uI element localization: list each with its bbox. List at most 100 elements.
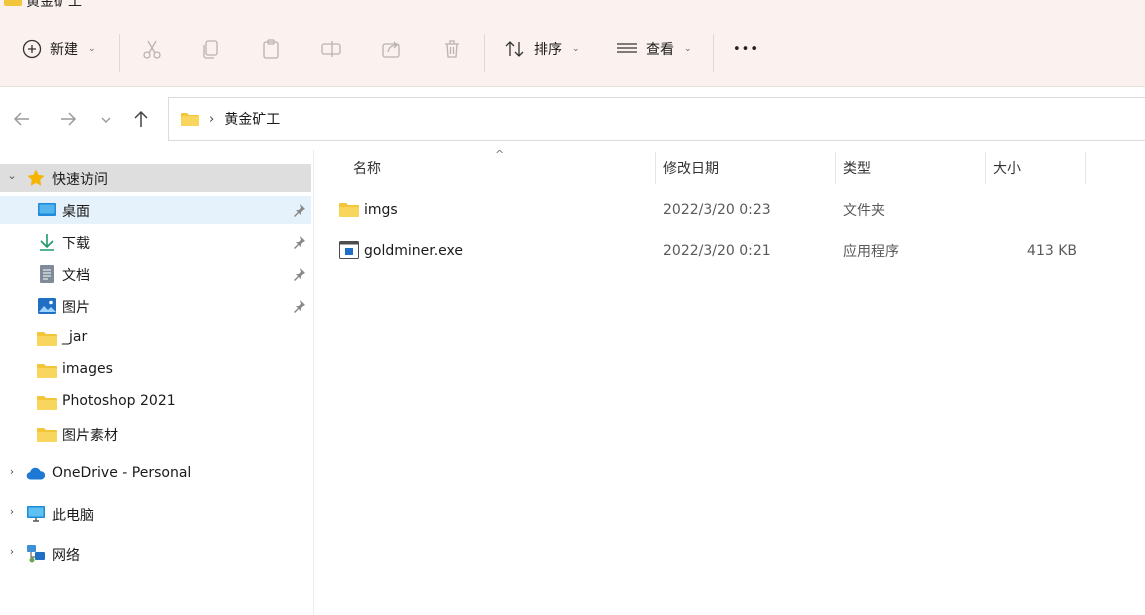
sort-button-label: 排序 <box>534 42 562 58</box>
document-icon <box>40 265 54 283</box>
folder-icon <box>339 203 359 217</box>
breadcrumb-chevron-icon[interactable]: › <box>209 112 214 127</box>
download-icon <box>40 234 54 251</box>
expand-chevron-icon[interactable]: › <box>6 465 18 478</box>
expand-chevron-icon[interactable]: ⌄ <box>6 169 18 182</box>
sidebar-item-label: 此电脑 <box>52 508 94 524</box>
file-modified: 2022/3/20 0:23 <box>663 202 771 218</box>
column-divider[interactable] <box>985 152 986 184</box>
file-size <box>985 194 1077 226</box>
more-options-button[interactable]: ••• <box>733 34 759 64</box>
sidebar-item-label: OneDrive - Personal <box>52 465 192 481</box>
folder-icon <box>37 332 57 346</box>
plus-circle-icon <box>22 39 42 59</box>
paste-icon[interactable] <box>260 38 282 60</box>
file-type: 文件夹 <box>843 203 885 219</box>
sidebar-item-pictures[interactable]: 图片 <box>0 292 311 320</box>
column-divider[interactable] <box>1085 152 1086 184</box>
sidebar-item-jar[interactable]: _jar <box>0 324 311 352</box>
sidebar-item-images[interactable]: images <box>0 356 311 384</box>
sidebar-item-photoshop-2021[interactable]: Photoshop 2021 <box>0 388 311 416</box>
pin-icon[interactable] <box>292 267 306 281</box>
toolbar-divider <box>484 34 485 72</box>
recent-locations-chevron-icon[interactable] <box>95 108 117 130</box>
breadcrumb-segment[interactable]: 黄金矿工 <box>224 109 280 129</box>
up-arrow-icon[interactable] <box>130 108 152 130</box>
column-divider[interactable] <box>655 152 656 184</box>
column-header-name[interactable]: 名称 <box>353 150 381 186</box>
sidebar-item-desktop[interactable]: 桌面 <box>0 196 311 224</box>
file-row-goldminer[interactable]: goldminer.exe 2022/3/20 0:21 应用程序 413 KB <box>325 235 1095 267</box>
sidebar-item-label: 网络 <box>52 548 80 564</box>
folder-icon <box>181 113 199 126</box>
file-name: imgs <box>364 202 398 218</box>
sort-button[interactable]: 排序 ⌄ <box>504 34 580 64</box>
sidebar-item-documents[interactable]: 文档 <box>0 260 311 288</box>
onedrive-cloud-icon <box>26 467 46 480</box>
file-list: ^ 名称 修改日期 类型 大小 imgs 2022/3/20 0:23 文件夹 … <box>315 148 1145 615</box>
star-icon <box>27 169 45 186</box>
view-list-icon <box>617 43 637 53</box>
sidebar-item-label: images <box>62 361 113 377</box>
file-size: 413 KB <box>1027 243 1077 259</box>
pin-icon[interactable] <box>292 299 306 313</box>
pin-icon[interactable] <box>292 203 306 217</box>
sort-arrows-icon <box>505 41 524 57</box>
cut-icon[interactable] <box>141 38 163 60</box>
sidebar-item-downloads[interactable]: 下载 <box>0 228 311 256</box>
toolbar-divider <box>119 34 120 72</box>
new-button-label: 新建 <box>50 42 78 58</box>
rename-icon[interactable] <box>320 38 342 60</box>
column-header-size[interactable]: 大小 <box>993 150 1021 186</box>
file-row-imgs[interactable]: imgs 2022/3/20 0:23 文件夹 <box>325 194 1095 226</box>
sidebar-item-label: 桌面 <box>62 204 90 220</box>
address-bar[interactable]: › 黄金矿工 <box>168 97 1145 141</box>
back-arrow-icon[interactable] <box>11 108 33 130</box>
sidebar-item-picture-assets[interactable]: 图片素材 <box>0 420 311 448</box>
copy-icon[interactable] <box>200 38 222 60</box>
forward-arrow-icon[interactable] <box>57 108 79 130</box>
folder-icon <box>4 0 22 6</box>
view-button-label: 查看 <box>646 42 674 58</box>
pin-icon[interactable] <box>292 235 306 249</box>
file-modified: 2022/3/20 0:21 <box>663 243 771 259</box>
sidebar-item-onedrive[interactable]: › OneDrive - Personal <box>0 460 311 488</box>
column-divider[interactable] <box>835 152 836 184</box>
sidebar-item-label: 文档 <box>62 268 90 284</box>
folder-icon <box>37 364 57 378</box>
title-bar: 黄金矿工 <box>0 0 1145 12</box>
this-pc-icon <box>27 506 45 522</box>
sidebar-item-label: Photoshop 2021 <box>62 393 176 409</box>
network-icon <box>27 545 45 563</box>
navigation-bar: › 黄金矿工 <box>0 88 1145 150</box>
sort-ascending-icon: ^ <box>495 148 505 161</box>
new-button[interactable]: 新建 ⌄ <box>22 34 96 64</box>
expand-chevron-icon[interactable]: › <box>6 545 18 558</box>
file-name: goldminer.exe <box>364 243 463 259</box>
sidebar-item-label: 图片 <box>62 300 90 316</box>
share-icon[interactable] <box>380 38 402 60</box>
command-bar: 新建 ⌄ 排序 ⌄ 查看 ⌄ ••• <box>0 12 1145 87</box>
chevron-down-icon: ⌄ <box>88 44 96 54</box>
window-title: 黄金矿工 <box>26 0 82 10</box>
sidebar-item-label: 快速访问 <box>52 172 108 188</box>
chevron-down-icon: ⌄ <box>572 44 580 54</box>
application-icon <box>339 241 359 259</box>
chevron-down-icon: ⌄ <box>684 44 692 54</box>
column-header-modified[interactable]: 修改日期 <box>663 150 719 186</box>
toolbar-divider <box>713 34 714 72</box>
sidebar-item-label: _jar <box>62 329 88 345</box>
column-header-type[interactable]: 类型 <box>843 150 871 186</box>
desktop-icon <box>38 203 56 216</box>
expand-chevron-icon[interactable]: › <box>6 505 18 518</box>
sidebar-item-network[interactable]: › 网络 <box>0 540 311 568</box>
view-button[interactable]: 查看 ⌄ <box>616 34 692 64</box>
file-type: 应用程序 <box>843 244 899 260</box>
sidebar-item-quick-access[interactable]: ⌄ 快速访问 <box>0 164 311 192</box>
sidebar-item-this-pc[interactable]: › 此电脑 <box>0 500 311 528</box>
sidebar-item-label: 下载 <box>62 236 90 252</box>
sidebar-item-label: 图片素材 <box>62 428 118 444</box>
delete-icon[interactable] <box>441 38 463 60</box>
navigation-pane: ⌄ 快速访问 桌面 下载 文档 图片 _jar images Photoshop… <box>0 150 314 615</box>
folder-icon <box>37 428 57 442</box>
